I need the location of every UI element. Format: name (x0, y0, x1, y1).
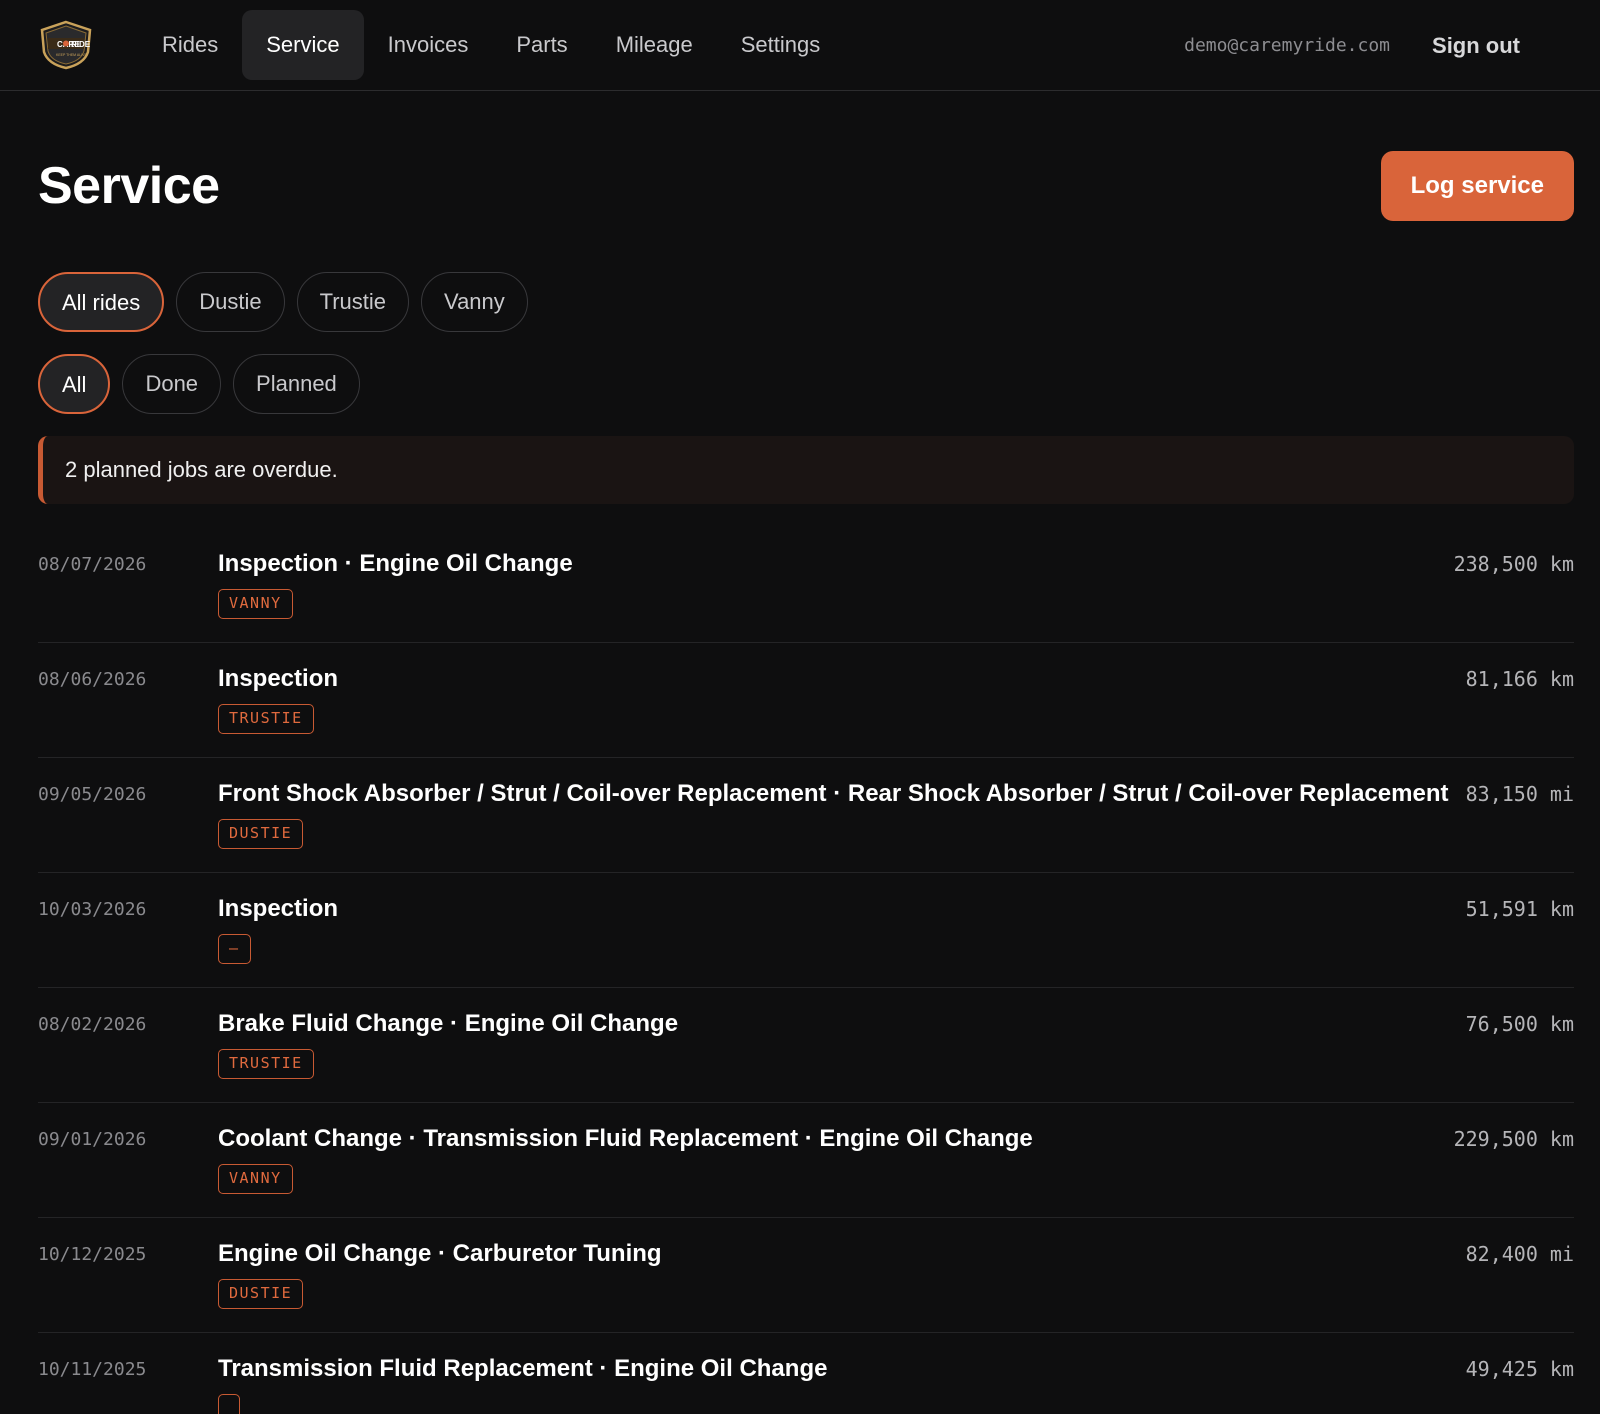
service-title: Front Shock Absorber / Strut / Coil-over… (218, 780, 1449, 807)
nav-mileage[interactable]: Mileage (592, 10, 717, 80)
status-filter: All Done Planned (38, 354, 1574, 414)
top-nav-bar: CARE RIDE KEEP THEM ALIVE Rides Service … (0, 0, 1600, 91)
service-odometer: 82,400 mi (1465, 1242, 1574, 1266)
overdue-alert: 2 planned jobs are overdue. (38, 436, 1574, 504)
service-date: 09/05/2026 (38, 784, 147, 805)
service-row[interactable]: 10/03/2026 Inspection — 51,591 km (38, 873, 1574, 988)
filter-status-done[interactable]: Done (122, 354, 222, 414)
service-row[interactable]: 09/01/2026 Coolant Change · Transmission… (38, 1103, 1574, 1218)
service-title: Engine Oil Change · Carburetor Tuning (218, 1240, 662, 1267)
ride-tag: DUSTIE (218, 819, 304, 849)
service-odometer: 81,166 km (1465, 667, 1574, 691)
service-odometer: 238,500 km (1453, 552, 1574, 576)
nav-settings[interactable]: Settings (717, 10, 845, 80)
service-odometer: 76,500 km (1465, 1012, 1574, 1036)
service-date: 08/07/2026 (38, 554, 147, 575)
ride-tag: TRUSTIE (218, 704, 314, 734)
user-email: demo@caremyride.com (1184, 35, 1391, 56)
service-title: Brake Fluid Change · Engine Oil Change (218, 1010, 679, 1037)
ride-tag (218, 1394, 240, 1414)
filter-dustie[interactable]: Dustie (176, 272, 285, 332)
brand-logo[interactable]: CARE RIDE KEEP THEM ALIVE (38, 20, 94, 70)
service-date: 10/03/2026 (38, 899, 147, 920)
ride-tag: — (218, 934, 251, 964)
nav-rides[interactable]: Rides (138, 10, 242, 80)
service-date: 10/12/2025 (38, 1244, 147, 1265)
page-header: Service Log service (38, 151, 1574, 221)
service-date: 09/01/2026 (38, 1129, 147, 1150)
service-list: 08/07/2026 Inspection · Engine Oil Chang… (38, 528, 1574, 1414)
service-date: 08/06/2026 (38, 669, 147, 690)
service-odometer: 229,500 km (1453, 1127, 1574, 1151)
service-title: Inspection · Engine Oil Change (218, 550, 573, 577)
main-nav: Rides Service Invoices Parts Mileage Set… (138, 10, 844, 80)
service-row[interactable]: 09/05/2026 Front Shock Absorber / Strut … (38, 758, 1574, 873)
ride-tag: DUSTIE (218, 1279, 304, 1309)
service-title: Transmission Fluid Replacement · Engine … (218, 1355, 828, 1382)
service-title: Coolant Change · Transmission Fluid Repl… (218, 1125, 1033, 1152)
service-title: Inspection (218, 895, 339, 922)
service-row[interactable]: 08/07/2026 Inspection · Engine Oil Chang… (38, 528, 1574, 643)
service-odometer: 51,591 km (1465, 897, 1574, 921)
nav-invoices[interactable]: Invoices (364, 10, 493, 80)
page-title: Service (38, 157, 220, 215)
service-date: 08/02/2026 (38, 1014, 147, 1035)
filter-status-planned[interactable]: Planned (233, 354, 360, 414)
service-row[interactable]: 08/06/2026 Inspection TRUSTIE 81,166 km (38, 643, 1574, 758)
service-date: 10/11/2025 (38, 1359, 147, 1380)
nav-parts[interactable]: Parts (492, 10, 591, 80)
user-area: demo@caremyride.com Sign out (1184, 0, 1520, 91)
overdue-alert-text: 2 planned jobs are overdue. (65, 457, 338, 482)
log-service-button[interactable]: Log service (1380, 151, 1574, 221)
main-content: Service Log service All rides Dustie Tru… (0, 151, 1600, 1414)
ride-filter: All rides Dustie Trustie Vanny (38, 272, 1574, 332)
filter-trustie[interactable]: Trustie (296, 272, 410, 332)
nav-service[interactable]: Service (242, 10, 364, 80)
filter-status-all[interactable]: All (38, 354, 111, 414)
ride-tag: VANNY (218, 1164, 293, 1194)
logo-subtext: KEEP THEM ALIVE (56, 53, 87, 57)
filter-vanny[interactable]: Vanny (421, 272, 528, 332)
filter-all-rides[interactable]: All rides (38, 272, 165, 332)
ride-tag: VANNY (218, 589, 293, 619)
logo-text-ride: RIDE (71, 40, 91, 49)
service-row[interactable]: 08/02/2026 Brake Fluid Change · Engine O… (38, 988, 1574, 1103)
ride-tag: TRUSTIE (218, 1049, 314, 1079)
service-odometer: 49,425 km (1465, 1357, 1574, 1381)
sign-out-button[interactable]: Sign out (1432, 33, 1520, 59)
service-title: Inspection (218, 665, 339, 692)
shield-logo-icon: CARE RIDE KEEP THEM ALIVE (40, 20, 92, 70)
service-row[interactable]: 10/12/2025 Engine Oil Change · Carbureto… (38, 1218, 1574, 1333)
service-odometer: 83,150 mi (1465, 782, 1574, 806)
service-row[interactable]: 10/11/2025 Transmission Fluid Replacemen… (38, 1333, 1574, 1414)
